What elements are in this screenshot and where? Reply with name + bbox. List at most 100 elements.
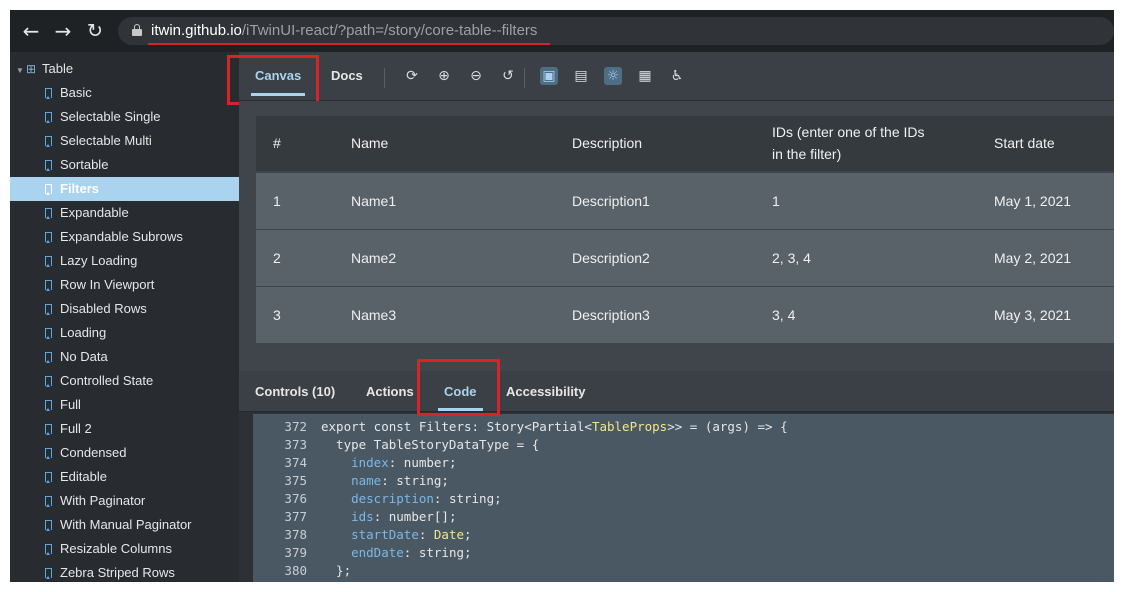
- bookmark-icon: [45, 520, 52, 531]
- tab-docs[interactable]: Docs: [331, 52, 363, 100]
- sidebar-item-label: Selectable Single: [60, 109, 161, 124]
- tab-controls[interactable]: Controls (10): [255, 371, 335, 411]
- sidebar-item-lazy-loading[interactable]: Lazy Loading: [10, 249, 239, 273]
- table-cell: 2: [273, 250, 281, 266]
- line-number: 380: [284, 563, 307, 578]
- column-header-ids[interactable]: IDs (enter one of the IDs in the filter): [772, 121, 932, 165]
- background-icon[interactable]: ▣: [540, 67, 558, 85]
- code-token: : number[];: [373, 509, 457, 524]
- addons-tabs: Controls (10) Actions Code Accessibility: [239, 371, 1114, 412]
- line-number: 374: [284, 455, 307, 470]
- bookmark-icon: [45, 352, 52, 363]
- table-row[interactable]: 3 Name3 Description3 3, 4 May 3, 2021: [256, 286, 1114, 343]
- sidebar-item-editable[interactable]: Editable: [10, 465, 239, 489]
- code-text: endDate: string;: [321, 545, 472, 560]
- sidebar-item-with-paginator[interactable]: With Paginator: [10, 489, 239, 513]
- sidebar-item-label: Lazy Loading: [60, 253, 138, 268]
- sidebar-item-basic[interactable]: Basic: [10, 81, 239, 105]
- bookmark-icon: [45, 208, 52, 219]
- bookmark-icon: [45, 256, 52, 267]
- reload-icon[interactable]: ⟳: [403, 67, 421, 85]
- sidebar-item-selectable-multi[interactable]: Selectable Multi: [10, 129, 239, 153]
- code-token: export const Filters: Story<Partial<: [321, 419, 592, 434]
- line-number: 372: [284, 419, 307, 434]
- code-line: 374 index: number;: [253, 454, 456, 472]
- bookmark-icon: [45, 232, 52, 243]
- sidebar-item-expandable[interactable]: Expandable: [10, 201, 239, 225]
- url-text[interactable]: itwin.github.io/iTwinUI-react/?path=/sto…: [151, 22, 537, 39]
- url-host: itwin.github.io: [151, 22, 242, 39]
- table-cell: Name3: [351, 307, 397, 323]
- table-row[interactable]: 2 Name2 Description2 2, 3, 4 May 2, 2021: [256, 229, 1114, 286]
- sidebar-item-label: Zebra Striped Rows: [60, 565, 175, 580]
- sidebar-item-full[interactable]: Full: [10, 393, 239, 417]
- sidebar-item-resizable-columns[interactable]: Resizable Columns: [10, 537, 239, 561]
- table-cell: Description3: [572, 307, 650, 323]
- bookmark-icon: [45, 184, 52, 195]
- zoom-in-icon[interactable]: ⊕: [435, 67, 453, 85]
- sidebar-item-zebra-striped-rows[interactable]: Zebra Striped Rows: [10, 561, 239, 582]
- sidebar-item-label: Row In Viewport: [60, 277, 155, 292]
- reload-icon[interactable]: ↻: [84, 20, 106, 42]
- zoom-out-icon[interactable]: ⊖: [467, 67, 485, 85]
- address-bar[interactable]: itwin.github.io/iTwinUI-react/?path=/sto…: [118, 17, 1114, 45]
- column-header-index[interactable]: #: [273, 132, 281, 154]
- table-row[interactable]: 1 Name1 Description1 1 May 1, 2021: [256, 172, 1114, 229]
- sidebar-item-row-in-viewport[interactable]: Row In Viewport: [10, 273, 239, 297]
- column-header-name[interactable]: Name: [351, 132, 388, 154]
- column-header-description[interactable]: Description: [572, 132, 642, 154]
- red-box-annotation-code: [417, 359, 500, 416]
- tab-accessibility[interactable]: Accessibility: [506, 371, 586, 411]
- code-token: description: [351, 491, 434, 506]
- grid-icon[interactable]: ▦: [636, 67, 654, 85]
- sidebar-item-expandable-subrows[interactable]: Expandable Subrows: [10, 225, 239, 249]
- tab-actions[interactable]: Actions: [366, 371, 414, 411]
- sidebar-item-controlled-state[interactable]: Controlled State: [10, 369, 239, 393]
- sidebar-item-filters[interactable]: Filters: [10, 177, 239, 201]
- viewport-icon[interactable]: ▤: [572, 67, 590, 85]
- code-text: ids: number[];: [321, 509, 456, 524]
- code-token: : string;: [381, 473, 449, 488]
- sidebar-item-label: With Paginator: [60, 493, 146, 508]
- bookmark-icon: [45, 328, 52, 339]
- sidebar-item-full-2[interactable]: Full 2: [10, 417, 239, 441]
- sidebar-item-label: Selectable Multi: [60, 133, 152, 148]
- column-header-start-date[interactable]: Start date: [994, 132, 1055, 154]
- code-token: : string;: [403, 545, 472, 560]
- forward-arrow-icon[interactable]: →: [52, 20, 74, 42]
- sidebar-item-label: Full 2: [60, 421, 92, 436]
- table-cell: May 3, 2021: [994, 307, 1072, 323]
- code-token: Date: [433, 527, 465, 542]
- table-header: # Name Description IDs (enter one of the…: [256, 116, 1114, 171]
- sidebar-item-no-data[interactable]: No Data: [10, 345, 239, 369]
- line-number: 373: [284, 437, 307, 452]
- code-token: type TableStoryDataType = {: [321, 437, 540, 452]
- back-arrow-icon[interactable]: ←: [20, 20, 42, 42]
- bookmark-icon: [45, 280, 52, 291]
- sidebar-item-selectable-single[interactable]: Selectable Single: [10, 105, 239, 129]
- sidebar-item-disabled-rows[interactable]: Disabled Rows: [10, 297, 239, 321]
- table-cell: Name2: [351, 250, 397, 266]
- sidebar-item-sortable[interactable]: Sortable: [10, 153, 239, 177]
- sidebar-item-with-manual-paginator[interactable]: With Manual Paginator: [10, 513, 239, 537]
- canvas-toolbar: Canvas Docs ⟳ ⊕ ⊖ ↺ ▣ ▤ ☼ ▦ ♿: [239, 52, 1114, 101]
- sidebar-item-condensed[interactable]: Condensed: [10, 441, 239, 465]
- code-line: 375 name: string;: [253, 472, 449, 490]
- line-number: 375: [284, 473, 307, 488]
- accessibility-icon[interactable]: ♿: [668, 67, 686, 85]
- code-line: 373 type TableStoryDataType = {: [253, 436, 539, 454]
- reset-zoom-icon[interactable]: ↺: [499, 67, 517, 85]
- code-viewer[interactable]: 372 export const Filters: Story<Partial<T…: [253, 414, 1114, 582]
- sidebar-group-table[interactable]: ▼ ⊞ Table: [16, 60, 73, 78]
- table-cell: May 1, 2021: [994, 193, 1072, 209]
- code-token: ids: [351, 509, 374, 524]
- component-icon: ⊞: [26, 62, 37, 76]
- bookmark-icon: [45, 376, 52, 387]
- bookmark-icon: [45, 136, 52, 147]
- code-token: startDate: [351, 527, 419, 542]
- sidebar-item-loading[interactable]: Loading: [10, 321, 239, 345]
- theme-icon[interactable]: ☼: [604, 67, 622, 85]
